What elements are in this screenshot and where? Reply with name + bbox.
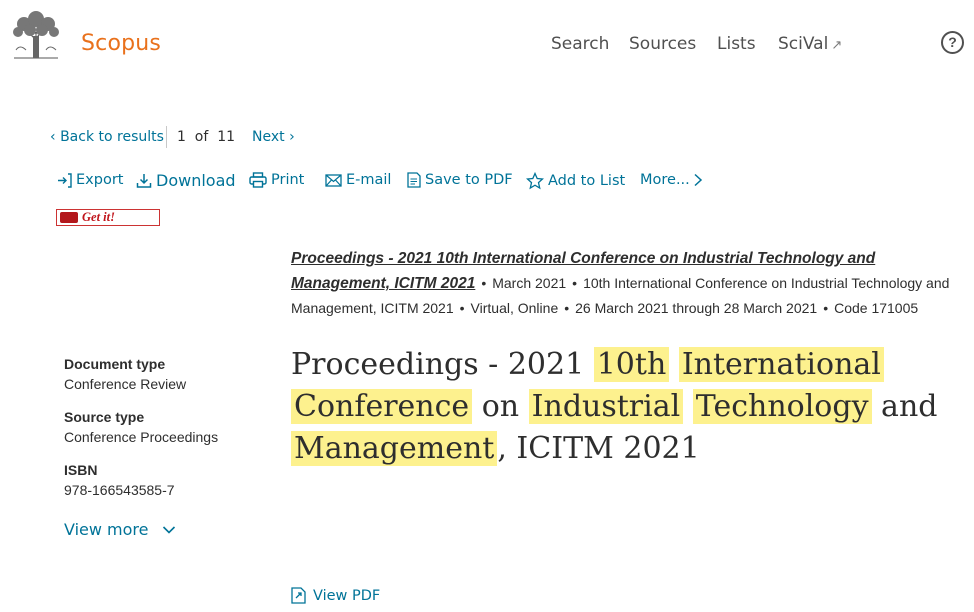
- title-highlight: Conference: [291, 389, 473, 424]
- get-it-button[interactable]: Get it!: [56, 209, 160, 226]
- next-label: Next: [252, 129, 285, 145]
- download-icon: [136, 173, 152, 188]
- title-highlight: Industrial: [528, 389, 684, 424]
- conference-location: Virtual, Online: [470, 300, 559, 316]
- export-icon: [58, 172, 72, 188]
- elsevier-logo[interactable]: [8, 10, 64, 60]
- source-type-value: Conference Proceedings: [64, 429, 219, 445]
- email-icon: [325, 173, 342, 187]
- nav-scival[interactable]: SciVal ↗: [778, 34, 842, 54]
- chevron-right-icon: ›: [284, 129, 295, 145]
- next-link[interactable]: Next ›: [252, 129, 295, 145]
- get-it-label: Get it!: [82, 210, 115, 224]
- print-label: Print: [271, 172, 305, 188]
- scopus-brand[interactable]: Scopus: [81, 31, 161, 56]
- document-details: Document type Conference Review Source t…: [64, 356, 264, 515]
- more-label: More...: [640, 172, 690, 188]
- help-icon[interactable]: ?: [941, 31, 964, 54]
- document-type-label: Document type: [64, 356, 166, 372]
- title-part: Proceedings - 2021: [291, 347, 594, 382]
- source-type-label: Source type: [64, 409, 145, 425]
- chevron-left-icon: ‹: [50, 129, 61, 145]
- source-info: Proceedings - 2021 10th International Co…: [291, 246, 951, 320]
- add-to-list-button[interactable]: Add to List: [526, 172, 625, 190]
- title-highlight: International: [678, 347, 884, 382]
- print-icon: [249, 172, 267, 188]
- save-to-pdf-button[interactable]: Save to PDF: [407, 172, 513, 188]
- document-title: Proceedings - 2021 10th International Co…: [291, 344, 951, 470]
- isbn-value: 978-166543585-7: [64, 482, 175, 498]
- export-button[interactable]: Export: [57, 172, 123, 188]
- source-date: March 2021: [492, 275, 567, 291]
- nav-lists[interactable]: Lists: [717, 34, 756, 54]
- conference-code: Code 171005: [834, 300, 919, 316]
- chevron-right-icon: [694, 173, 702, 187]
- document-type-value: Conference Review: [64, 376, 187, 392]
- isbn-label: ISBN: [64, 462, 98, 478]
- view-pdf-label: View PDF: [313, 587, 381, 604]
- download-label: Download: [156, 171, 236, 190]
- export-label: Export: [76, 172, 124, 188]
- nav-sources[interactable]: Sources: [629, 34, 696, 54]
- chevron-down-icon: [162, 526, 175, 534]
- conference-dates: 26 March 2021 through 28 March 2021: [575, 300, 818, 316]
- back-to-results-link[interactable]: ‹ Back to results: [50, 129, 164, 145]
- more-button[interactable]: More...: [640, 172, 707, 188]
- pdf-link-icon: [291, 587, 306, 604]
- bullet: •: [481, 275, 487, 291]
- star-icon: [526, 172, 544, 190]
- nav-search[interactable]: Search: [551, 34, 609, 54]
- email-label: E-mail: [346, 172, 392, 188]
- title-part: and: [871, 389, 938, 424]
- bullet: •: [564, 300, 570, 316]
- pdf-icon: [407, 172, 421, 188]
- title-highlight: 10th: [593, 347, 670, 382]
- back-label: Back to results: [60, 129, 164, 145]
- external-link-icon: ↗: [831, 38, 843, 53]
- print-button[interactable]: Print: [249, 172, 304, 188]
- email-button[interactable]: E-mail: [325, 172, 391, 188]
- shield-icon: [60, 212, 78, 223]
- title-part: on: [472, 389, 529, 424]
- save-to-pdf-label: Save to PDF: [425, 172, 513, 188]
- title-highlight: Management: [291, 431, 498, 466]
- divider: [166, 126, 167, 148]
- view-more-button[interactable]: View more: [64, 520, 176, 539]
- download-button[interactable]: Download: [136, 171, 236, 190]
- title-highlight: Technology: [692, 389, 872, 424]
- result-counter: 1 of 11: [177, 129, 236, 145]
- bullet: •: [823, 300, 829, 316]
- title-space: [669, 347, 679, 382]
- nav-scival-label: SciVal: [778, 34, 829, 54]
- view-more-label: View more: [64, 520, 149, 539]
- bullet: •: [459, 300, 465, 316]
- title-space: [683, 389, 693, 424]
- bullet: •: [572, 275, 578, 291]
- view-pdf-link[interactable]: View PDF: [291, 587, 380, 604]
- add-to-list-label: Add to List: [548, 173, 626, 189]
- title-part: , ICITM 2021: [497, 431, 700, 466]
